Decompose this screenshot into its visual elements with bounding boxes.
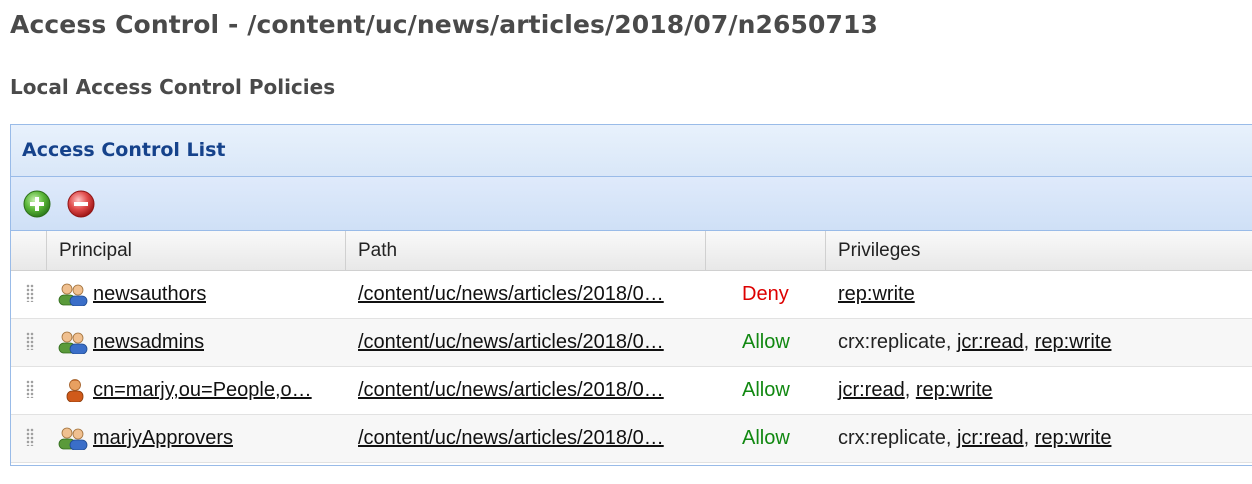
drag-handle[interactable] xyxy=(26,271,36,319)
effect-cell: Allow xyxy=(742,331,790,353)
privilege-text: crx:replicate xyxy=(838,427,946,449)
privilege-separator: , xyxy=(945,427,957,449)
column-header-privileges[interactable]: Privileges xyxy=(826,231,1252,271)
drag-handle[interactable] xyxy=(26,415,36,463)
privilege-link[interactable]: jcr:read xyxy=(957,331,1024,353)
column-header-effect[interactable] xyxy=(706,231,826,271)
privilege-separator: , xyxy=(1023,331,1035,353)
principal-link[interactable]: newsadmins xyxy=(93,331,204,354)
table-row[interactable]: newsadmins/content/uc/news/articles/2018… xyxy=(11,319,1252,367)
effect-cell: Allow xyxy=(742,427,790,449)
privilege-separator: , xyxy=(1023,427,1035,449)
privilege-text: crx:replicate xyxy=(838,331,946,353)
column-header-handle xyxy=(11,231,47,271)
table-row[interactable]: newsauthors/content/uc/news/articles/201… xyxy=(11,271,1252,319)
plus-circle-icon xyxy=(23,190,51,218)
grid-header: Principal Path Privileges xyxy=(11,231,1252,271)
principal-cell: cn=marjy,ou=People,o… xyxy=(57,367,342,415)
grip-icon xyxy=(26,332,34,350)
privileges-cell: jcr:read, rep:write xyxy=(838,367,1248,415)
path-cell: /content/uc/news/articles/2018/0… xyxy=(358,319,698,367)
privilege-link[interactable]: rep:write xyxy=(1035,427,1112,449)
principal-link[interactable]: newsauthors xyxy=(93,283,206,306)
principal-cell: marjyApprovers xyxy=(57,415,342,463)
path-link[interactable]: /content/uc/news/articles/2018/0… xyxy=(358,331,664,353)
acl-toolbar xyxy=(11,177,1252,231)
drag-handle[interactable] xyxy=(26,367,36,415)
privilege-link[interactable]: rep:write xyxy=(1035,331,1112,353)
grip-icon xyxy=(26,380,34,398)
principal-link[interactable]: marjyApprovers xyxy=(93,427,233,450)
table-row[interactable]: marjyApprovers/content/uc/news/articles/… xyxy=(11,415,1252,463)
privileges-cell: crx:replicate, jcr:read, rep:write xyxy=(838,415,1248,463)
grid-body: newsauthors/content/uc/news/articles/201… xyxy=(11,271,1252,463)
effect-cell: Allow xyxy=(742,379,790,401)
privileges-cell: crx:replicate, jcr:read, rep:write xyxy=(838,319,1248,367)
minus-circle-icon xyxy=(67,190,95,218)
column-header-principal[interactable]: Principal xyxy=(47,231,346,271)
path-cell: /content/uc/news/articles/2018/0… xyxy=(358,271,698,319)
path-link[interactable]: /content/uc/news/articles/2018/0… xyxy=(358,427,664,449)
drag-handle[interactable] xyxy=(26,319,36,367)
panel-header: Access Control List xyxy=(11,125,1252,177)
privilege-link[interactable]: rep:write xyxy=(916,379,993,401)
section-title: Local Access Control Policies xyxy=(10,75,336,99)
principal-cell: newsauthors xyxy=(57,271,342,319)
privilege-link[interactable]: rep:write xyxy=(838,283,915,305)
effect-cell: Deny xyxy=(742,283,789,305)
grip-icon xyxy=(26,428,34,446)
add-entry-button[interactable] xyxy=(22,189,52,219)
privilege-link[interactable]: jcr:read xyxy=(957,427,1024,449)
path-link[interactable]: /content/uc/news/articles/2018/0… xyxy=(358,283,664,305)
privilege-link[interactable]: jcr:read xyxy=(838,379,905,401)
path-cell: /content/uc/news/articles/2018/0… xyxy=(358,367,698,415)
group-icon xyxy=(57,426,89,451)
privilege-separator: , xyxy=(904,379,916,401)
column-header-path[interactable]: Path xyxy=(346,231,706,271)
principal-link[interactable]: cn=marjy,ou=People,o… xyxy=(93,379,312,402)
remove-entry-button[interactable] xyxy=(66,189,96,219)
page-title: Access Control - /content/uc/news/articl… xyxy=(10,10,879,39)
panel-title: Access Control List xyxy=(22,139,226,161)
grip-icon xyxy=(26,284,34,302)
acl-panel: Access Control List Principal Path Privi… xyxy=(10,124,1252,466)
path-cell: /content/uc/news/articles/2018/0… xyxy=(358,415,698,463)
group-icon xyxy=(57,330,89,355)
user-icon xyxy=(57,378,89,403)
path-link[interactable]: /content/uc/news/articles/2018/0… xyxy=(358,379,664,401)
privileges-cell: rep:write xyxy=(838,271,1248,319)
privilege-separator: , xyxy=(945,331,957,353)
group-icon xyxy=(57,282,89,307)
table-row[interactable]: cn=marjy,ou=People,o… /content/uc/news/ar… xyxy=(11,367,1252,415)
principal-cell: newsadmins xyxy=(57,319,342,367)
